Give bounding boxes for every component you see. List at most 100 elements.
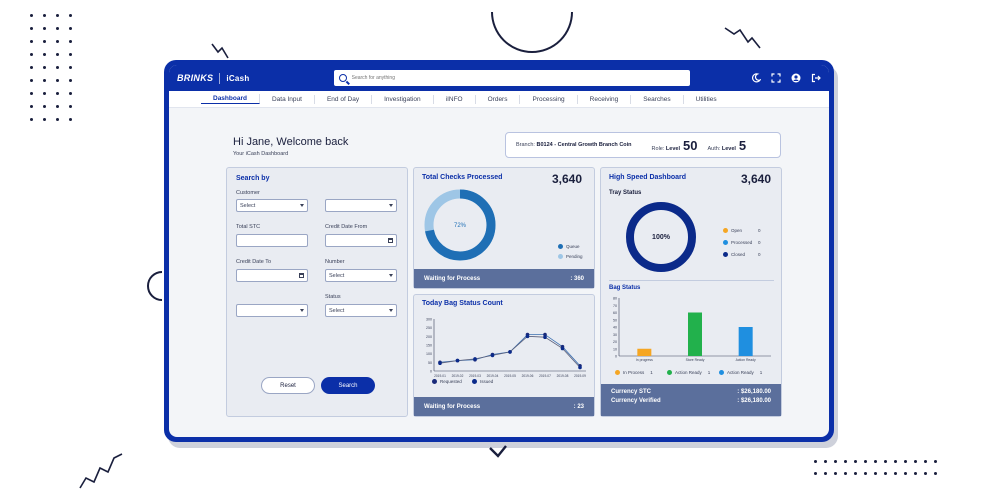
branch-value: B0124 - Central Growth Branch Coin — [536, 142, 632, 148]
customer-secondary-select[interactable] — [325, 199, 397, 212]
role-label: Role: — [651, 145, 665, 152]
app-screen: BRINKS iCash DashboardData InputEnd of D… — [169, 65, 829, 437]
logout-icon[interactable] — [810, 73, 821, 84]
top-icons — [750, 73, 821, 84]
bag-legend-label: Action Ready — [675, 370, 702, 375]
chevron-down-icon — [300, 204, 304, 207]
currency-verified-row: Currency Verified : $26,180.00 — [611, 398, 771, 404]
customer-select-value: Select — [240, 202, 256, 209]
bag-legend-item: In Process 1 — [615, 370, 653, 375]
search-panel-title: Search by — [236, 175, 270, 182]
role-info: Role: Level 50 — [652, 138, 698, 153]
brinks-logo: BRINKS — [177, 73, 214, 83]
nav-item-investigation[interactable]: Investigation — [372, 94, 434, 104]
auth-level-value: 5 — [738, 137, 747, 153]
legend-dot — [723, 240, 728, 245]
nav-item-data-input[interactable]: Data Input — [260, 94, 315, 104]
number-select-value: Select — [329, 272, 345, 279]
checks-footer-label: Waiting for Process — [424, 275, 481, 282]
customer-select[interactable]: Select — [236, 199, 308, 212]
y-tick-label: 10 — [613, 347, 617, 351]
x-tick-label: In progress — [636, 358, 653, 362]
search-icon — [338, 74, 347, 82]
tray-legend-label: Processed — [731, 240, 753, 245]
legend-dot — [667, 370, 672, 375]
number-select[interactable]: Select — [325, 269, 397, 282]
nav-item-utilities[interactable]: Utilities — [684, 95, 729, 104]
nav-item-searches[interactable]: Searches — [631, 94, 684, 104]
checks-donut: 72% — [424, 189, 496, 261]
legend-queue-label: Queue — [566, 244, 580, 249]
tray-legend-label: Open — [731, 228, 743, 233]
y-tick-label: 50 — [428, 361, 432, 365]
x-tick-label: 2019-09 — [574, 374, 586, 378]
main-nav: Dashboard Data Input End of Day Investigati… — [169, 91, 829, 108]
tray-legend-value: 0 — [758, 228, 761, 233]
x-tick-label: Store Ready — [686, 358, 705, 362]
fullscreen-icon[interactable] — [770, 73, 781, 84]
series-point-issued — [578, 365, 582, 370]
legend-dot — [558, 244, 563, 249]
calendar-icon[interactable] — [388, 238, 393, 243]
bag-status-line-chart: 0 50 100 150 200 250 300 2019-01 2019-02 2019-03 2… — [426, 318, 586, 379]
bar-store-ready — [688, 312, 702, 356]
legend-dot — [472, 379, 477, 384]
nav-item-end-of-day[interactable]: End of Day — [315, 94, 373, 104]
legend-issued-label: Issued — [480, 379, 494, 384]
x-tick-label: 2019-05 — [504, 374, 516, 378]
total-stc-input[interactable] — [236, 234, 308, 247]
y-tick-label: 40 — [613, 326, 617, 330]
credit-date-to-label: Credit Date To — [236, 259, 272, 265]
auth-info: Auth: Level 5 — [707, 138, 746, 153]
tray-legend-item: Closed 0 — [723, 252, 761, 257]
currency-verified-value: : $26,180.00 — [737, 398, 771, 404]
x-tick-label: 2019-03 — [469, 374, 481, 378]
brand[interactable]: BRINKS iCash — [177, 72, 250, 84]
user-icon[interactable] — [790, 73, 801, 84]
moon-icon[interactable] — [750, 73, 761, 84]
top-bar: BRINKS iCash — [169, 65, 829, 91]
x-tick-label: 2019-08 — [557, 374, 569, 378]
calendar-icon[interactable] — [299, 273, 304, 278]
legend-dot — [558, 254, 563, 259]
credit-date-from-input[interactable] — [325, 234, 397, 247]
tray-donut: 100% — [626, 202, 696, 272]
bar-in-progress — [637, 348, 652, 356]
legend-issued: Issued — [472, 379, 493, 384]
bag-legend-label: Action Ready — [727, 370, 754, 375]
search-button[interactable]: Search — [321, 377, 375, 394]
bag-legend-item: Action Ready 1 — [719, 370, 762, 375]
checks-footer: Waiting for Process: 360 — [414, 269, 594, 288]
y-tick-label: 300 — [426, 318, 432, 322]
nav-item-dashboard[interactable]: Dashboard — [201, 94, 260, 104]
nav-item-receiving[interactable]: Receiving — [578, 94, 632, 104]
y-tick-label: 80 — [613, 297, 617, 301]
search-input[interactable] — [351, 75, 685, 81]
extra-select[interactable] — [236, 304, 308, 317]
high-speed-title: High Speed Dashboard — [609, 174, 687, 181]
bag-footer-label: Waiting for Process — [424, 403, 481, 410]
number-label: Number — [325, 259, 345, 265]
app-window: BRINKS iCash DashboardData InputEnd of D… — [164, 60, 834, 442]
nav-item-iinfo[interactable]: iINFO — [434, 94, 476, 104]
y-tick-label: 250 — [426, 326, 432, 330]
series-point-issued — [543, 335, 547, 339]
series-point-issued — [455, 358, 460, 363]
credit-date-to-input[interactable] — [236, 269, 308, 282]
tray-percent: 100% — [652, 234, 671, 241]
bag-footer: Waiting for Process: 23 — [414, 397, 594, 416]
tray-status-title: Tray Status — [609, 190, 642, 196]
currency-verified-label: Currency Verified — [611, 398, 661, 404]
legend-pending: Pending — [558, 254, 583, 259]
branch-info: Branch: B0124 - Central Growth Branch Co… — [516, 142, 632, 148]
reset-button[interactable]: Reset — [261, 377, 315, 394]
global-search[interactable] — [333, 70, 690, 86]
nav-item-processing[interactable]: Processing — [520, 94, 578, 104]
nav-item-orders[interactable]: Orders — [476, 94, 521, 104]
bag-legend-item: Action Ready 1 — [667, 370, 710, 375]
y-tick-label: 50 — [613, 318, 617, 322]
legend-requested: Requested — [432, 379, 462, 384]
welcome-title: Hi Jane, Welcome back — [233, 136, 349, 148]
bag-status-panel: Today Bag Status Count 0 50 100 150 200 250 30… — [413, 294, 595, 417]
status-select[interactable]: Select — [325, 304, 397, 317]
